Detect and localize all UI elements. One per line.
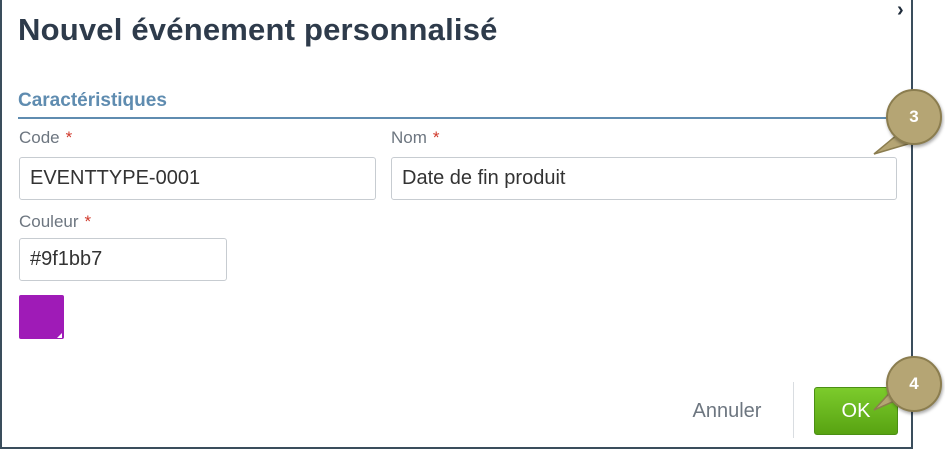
cancel-button[interactable]: Annuler [672, 388, 782, 434]
color-label-text: Couleur [19, 212, 79, 231]
section-title: Caractéristiques [18, 90, 167, 111]
close-icon[interactable]: › [897, 0, 911, 20]
code-required-mark: * [65, 128, 73, 147]
callout-3-badge: 3 [886, 89, 942, 145]
color-input[interactable] [19, 238, 227, 281]
code-label: Code * [19, 128, 72, 148]
dialog: Nouvel événement personnalisé Caractéris… [0, 0, 913, 449]
color-label: Couleur * [19, 212, 91, 232]
button-divider [793, 382, 794, 438]
dialog-title: Nouvel événement personnalisé [18, 12, 498, 47]
section-divider [18, 117, 911, 119]
callout-4-badge: 4 [886, 356, 942, 412]
name-label-text: Nom [391, 128, 427, 147]
color-required-mark: * [84, 212, 92, 231]
name-label: Nom * [391, 128, 440, 148]
swatch-dropdown-indicator [57, 333, 62, 338]
color-picker-swatch[interactable] [19, 295, 64, 339]
name-required-mark: * [432, 128, 440, 147]
code-input[interactable] [19, 157, 376, 200]
code-label-text: Code [19, 128, 60, 147]
name-input[interactable] [391, 157, 897, 200]
